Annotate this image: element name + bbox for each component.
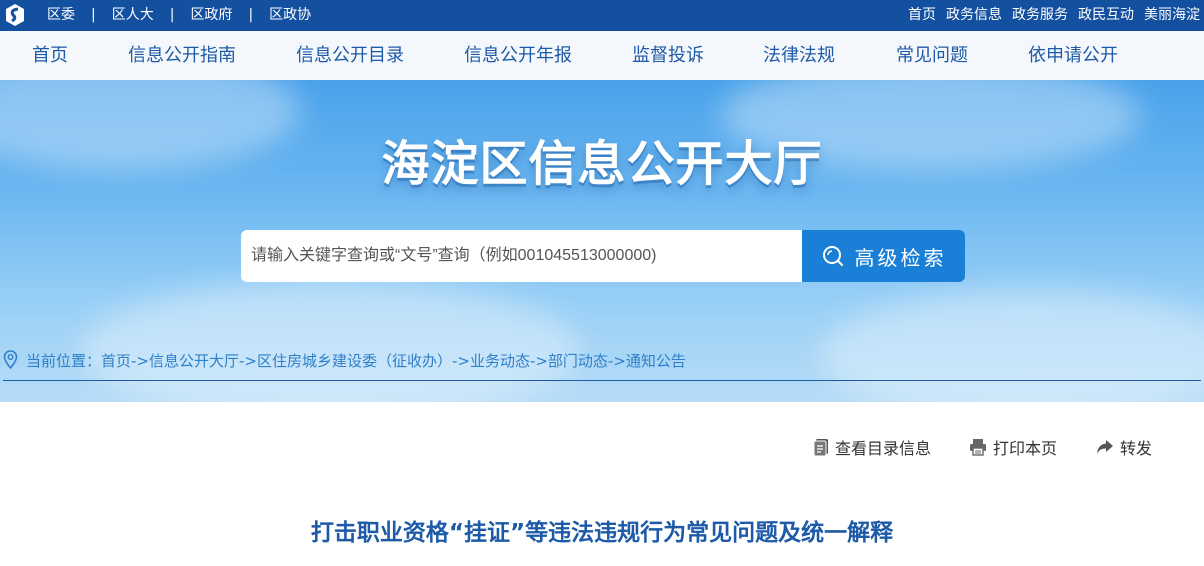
cloud-decoration — [820, 290, 1204, 402]
top-link-gov-info[interactable]: 政务信息 — [946, 0, 1002, 31]
top-links-right: 首页 政务信息 政务服务 政民互动 美丽海淀 — [908, 0, 1200, 31]
divider: | — [169, 7, 175, 23]
nav-item-guide[interactable]: 信息公开指南 — [128, 31, 236, 80]
divider: | — [248, 7, 254, 23]
print-button[interactable]: 打印本页 — [969, 435, 1057, 459]
breadcrumb-text[interactable]: 当前位置：首页->信息公开大厅->区住房城乡建设委（征收办）->业务动态->部门… — [26, 350, 686, 371]
search-icon — [822, 246, 843, 267]
search-input[interactable] — [241, 230, 802, 282]
nav-item-laws[interactable]: 法律法规 — [763, 31, 835, 80]
print-label: 打印本页 — [993, 439, 1058, 458]
article-title: 打击职业资格“挂证”等违法违规行为常见问题及统一解释 — [310, 520, 894, 546]
site-logo-icon[interactable] — [4, 3, 26, 27]
cloud-decoration — [80, 280, 580, 402]
top-link-district-government[interactable]: 区政府 — [190, 0, 232, 31]
breadcrumb-divider — [3, 380, 1201, 381]
location-pin-icon — [3, 350, 18, 370]
advanced-search-button[interactable]: 高级检索 — [802, 230, 965, 282]
article-content: 查看目录信息 打印本页 转发 打击职业资格“挂证”等违法违规行为常见问题及统一解… — [3, 402, 1201, 566]
nav-item-complaints[interactable]: 监督投诉 — [632, 31, 704, 80]
top-links-left: 区委 | 区人大 | 区政府 | 区政协 — [47, 0, 311, 31]
nav-item-annual-report[interactable]: 信息公开年报 — [464, 31, 572, 80]
document-icon — [813, 438, 828, 456]
top-link-district-congress[interactable]: 区人大 — [112, 0, 154, 31]
top-link-gov-service[interactable]: 政务服务 — [1012, 0, 1068, 31]
printer-icon — [970, 439, 986, 456]
top-link-district-committee[interactable]: 区委 — [47, 0, 75, 31]
top-link-interaction[interactable]: 政民互动 — [1078, 0, 1134, 31]
share-label: 转发 — [1120, 439, 1153, 458]
search-bar: 高级检索 — [241, 230, 965, 282]
nav-item-catalog[interactable]: 信息公开目录 — [296, 31, 404, 80]
nav-item-request-disclosure[interactable]: 依申请公开 — [1028, 31, 1118, 80]
top-link-beautiful-haidian[interactable]: 美丽海淀 — [1144, 0, 1200, 31]
hall-title: 海淀区信息公开大厅 — [381, 136, 823, 192]
share-button[interactable]: 转发 — [1096, 435, 1152, 459]
nav-item-home[interactable]: 首页 — [32, 31, 68, 80]
divider: | — [91, 7, 96, 23]
breadcrumb: 当前位置：首页->信息公开大厅->区住房城乡建设委（征收办）->业务动态->部门… — [0, 348, 1204, 381]
main-nav: 首页 信息公开指南 信息公开目录 信息公开年报 监督投诉 法律法规 常见问题 依… — [0, 31, 1204, 80]
view-catalog-label: 查看目录信息 — [835, 439, 932, 458]
nav-item-faq[interactable]: 常见问题 — [896, 31, 968, 80]
top-link-district-cppcc[interactable]: 区政协 — [269, 0, 311, 31]
advanced-search-label: 高级检索 — [854, 245, 947, 270]
share-arrow-icon — [1097, 440, 1113, 454]
top-link-home[interactable]: 首页 — [908, 0, 936, 31]
top-bar: 区委 | 区人大 | 区政府 | 区政协 首页 政务信息 政务服务 政民互动 美… — [0, 0, 1204, 31]
view-catalog-button[interactable]: 查看目录信息 — [813, 435, 931, 459]
hero-banner: 海淀区信息公开大厅 高级检索 当前位置：首页->信息公开大厅->区住房城乡建设委… — [0, 80, 1204, 402]
